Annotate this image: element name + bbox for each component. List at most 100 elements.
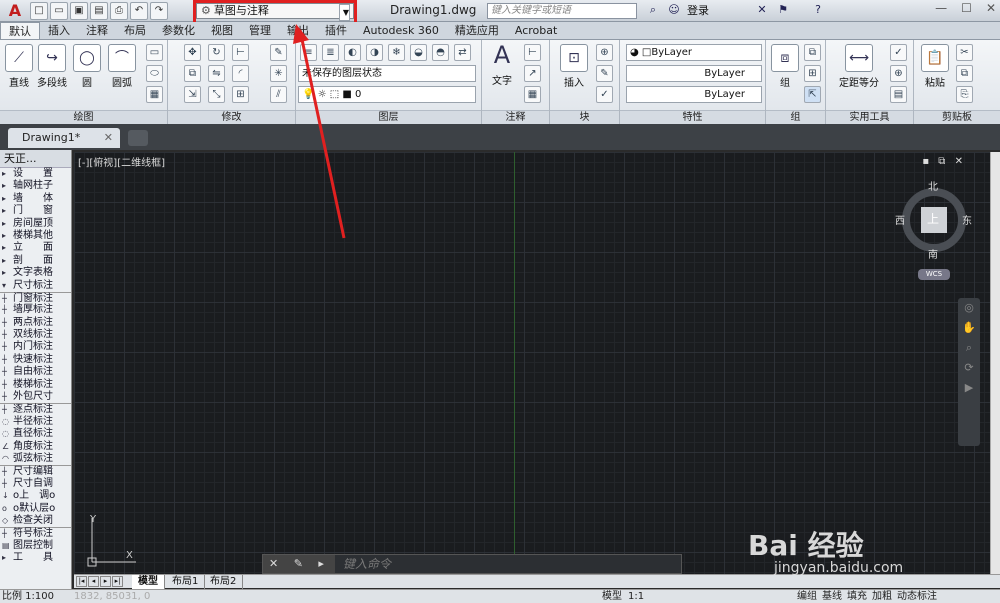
print-icon[interactable]: ⎙ — [110, 2, 128, 20]
calculator-icon[interactable]: ▤ — [890, 86, 907, 103]
compass-south[interactable]: 南 — [928, 246, 938, 261]
rectangle-icon[interactable]: ▭ — [146, 44, 163, 61]
minimize-icon[interactable]: — — [935, 1, 947, 15]
ellipse-icon[interactable]: ⬭ — [146, 65, 163, 82]
palette-item[interactable]: ┼ 双线标注 — [0, 329, 71, 341]
subscription-icon[interactable]: ⚑ — [775, 2, 791, 18]
palette-item[interactable]: ▤ 图层控制 — [0, 540, 71, 552]
palette-item[interactable]: ▸ 立 面 — [0, 242, 71, 254]
palette-item[interactable]: ┼ 门窗标注 — [0, 291, 71, 304]
close-window-icon[interactable]: ✕ — [986, 1, 996, 15]
group-select-icon[interactable]: ⇱ — [804, 86, 821, 103]
palette-item[interactable]: ∠ 角度标注 — [0, 441, 71, 453]
ribbon-tab[interactable]: 布局 — [116, 22, 154, 39]
pan-icon[interactable]: ✋ — [958, 318, 980, 338]
polyline-button[interactable]: ↪ 多段线 — [34, 44, 70, 89]
measure-button[interactable]: ⟷ 定距等分 — [832, 44, 886, 89]
palette-item[interactable]: ┼ 快速标注 — [0, 354, 71, 366]
paste-button[interactable]: 📋 粘贴 — [918, 44, 952, 89]
undo-icon[interactable]: ↶ — [130, 2, 148, 20]
status-bold-button[interactable]: 加粗 — [871, 590, 893, 603]
modify-panel-title[interactable]: 修改 — [168, 110, 295, 124]
ribbon-tab[interactable]: 管理 — [241, 22, 279, 39]
trim-icon[interactable]: ⊢ — [232, 44, 249, 61]
palette-item[interactable]: ▸ 门 窗 — [0, 205, 71, 217]
erase-icon[interactable]: ✎ — [270, 44, 287, 61]
layer-lock-icon[interactable]: ◒ — [410, 44, 427, 61]
palette-item[interactable]: ┼ 自由标注 — [0, 366, 71, 378]
exchange-icon[interactable]: ✕ — [754, 2, 770, 18]
status-baseline-button[interactable]: 基线 — [821, 590, 843, 603]
move-icon[interactable]: ✥ — [184, 44, 201, 61]
orbit-icon[interactable]: ⟳ — [958, 358, 980, 378]
steering-wheel-icon[interactable]: ◎ — [958, 298, 980, 318]
status-dynamic-dim-button[interactable]: 动态标注 — [896, 590, 938, 603]
vertical-scrollbar[interactable] — [990, 152, 1000, 574]
layer-walk-icon[interactable]: ⇄ — [454, 44, 471, 61]
stretch-icon[interactable]: ⇲ — [184, 86, 201, 103]
fillet-icon[interactable]: ◜ — [232, 65, 249, 82]
current-layer-dropdown[interactable]: 💡 ☼ ⬚ ■ 0 — [298, 86, 476, 103]
showmotion-icon[interactable]: ▶ — [958, 378, 980, 398]
tab-layout1[interactable]: 布局1 — [166, 575, 206, 589]
cut-icon[interactable]: ✂ — [956, 44, 973, 61]
lineweight-dropdown[interactable]: ByLayer — [626, 86, 762, 103]
palette-item[interactable]: ↓ o上 调o — [0, 490, 71, 502]
close-tab-icon[interactable]: ✕ — [104, 128, 113, 148]
edit-attribute-icon[interactable]: ✓ — [596, 86, 613, 103]
arc-button[interactable]: ⌒ 圆弧 — [106, 44, 138, 89]
rotate-icon[interactable]: ↻ — [208, 44, 225, 61]
scale-readout[interactable]: 比例 1:100 — [2, 590, 54, 603]
copy-clip-icon[interactable]: ⧉ — [956, 65, 973, 82]
autocad-logo-icon[interactable]: A — [2, 1, 28, 21]
help-icon[interactable]: ? — [810, 2, 826, 18]
palette-item[interactable]: ◌ 直径标注 — [0, 428, 71, 440]
palette-item[interactable]: ▸ 轴网柱子 — [0, 180, 71, 192]
dimension-icon[interactable]: ⊢ — [524, 44, 541, 61]
maximize-icon[interactable]: ☐ — [961, 1, 972, 15]
hatch-icon[interactable]: ▦ — [146, 86, 163, 103]
palette-item[interactable]: ┼ 逐点标注 — [0, 403, 71, 415]
layer-icon[interactable]: ≣ — [322, 44, 339, 61]
array-icon[interactable]: ⊞ — [232, 86, 249, 103]
explode-icon[interactable]: ✳ — [270, 65, 287, 82]
scale-icon[interactable]: ⤡ — [208, 86, 225, 103]
tab-layout2[interactable]: 布局2 — [204, 575, 244, 589]
ribbon-tab[interactable]: 插入 — [40, 22, 78, 39]
ribbon-tab[interactable]: 默认 — [0, 22, 40, 39]
layer-match-icon[interactable]: ◓ — [432, 44, 449, 61]
palette-item[interactable]: ┼ 尺寸自调 — [0, 478, 71, 490]
circle-button[interactable]: ◯ 圆 — [72, 44, 102, 89]
search-input[interactable]: 键入关键字或短语 — [487, 3, 637, 19]
copy-icon[interactable]: ⧉ — [184, 65, 201, 82]
save-icon[interactable]: ▣ — [70, 2, 88, 20]
select-all-icon[interactable]: ⊕ — [890, 65, 907, 82]
palette-item[interactable]: ┼ 墙厚标注 — [0, 304, 71, 316]
color-dropdown[interactable]: ◕ □ByLayer — [626, 44, 762, 61]
compass-east[interactable]: 东 — [962, 212, 972, 227]
layer-properties-icon[interactable]: ≡ — [300, 44, 317, 61]
palette-item[interactable]: ▸ 墙 体 — [0, 193, 71, 205]
edit-block-icon[interactable]: ✎ — [596, 65, 613, 82]
palette-item[interactable]: ┼ 外包尺寸 — [0, 391, 71, 403]
command-line[interactable]: ✕ ✎ ▸ 键入命令 — [262, 554, 682, 574]
palette-item[interactable]: ┼ 符号标注 — [0, 527, 71, 539]
ribbon-tab[interactable]: 参数化 — [154, 22, 203, 39]
palette-item[interactable]: ▸ 房间屋顶 — [0, 218, 71, 230]
utilities-panel-title[interactable]: 实用工具 — [826, 110, 913, 124]
ribbon-tab[interactable]: Autodesk 360 — [355, 22, 447, 39]
command-line-buttons[interactable]: ✕ ✎ ▸ — [263, 555, 335, 573]
status-fill-button[interactable]: 填充 — [846, 590, 868, 603]
model-space-button[interactable]: 模型 — [602, 590, 622, 603]
viewcube-top[interactable]: 上 — [927, 210, 939, 227]
palette-item[interactable]: ┼ 内门标注 — [0, 341, 71, 353]
palette-item[interactable]: ▸ 楼梯其他 — [0, 230, 71, 242]
palette-item[interactable]: ┼ 两点标注 — [0, 317, 71, 329]
group-edit-icon[interactable]: ⊞ — [804, 65, 821, 82]
compass-north[interactable]: 北 — [928, 178, 938, 193]
clipboard-panel-title[interactable]: 剪贴板 — [914, 110, 1000, 124]
palette-item[interactable]: ◠ 弧弦标注 — [0, 453, 71, 465]
annotation-panel-title[interactable]: 注释 — [482, 110, 549, 124]
layout-nav[interactable]: |◂ ◂ ▸ ▸| — [76, 576, 123, 587]
palette-item[interactable]: ▸ 剖 面 — [0, 255, 71, 267]
